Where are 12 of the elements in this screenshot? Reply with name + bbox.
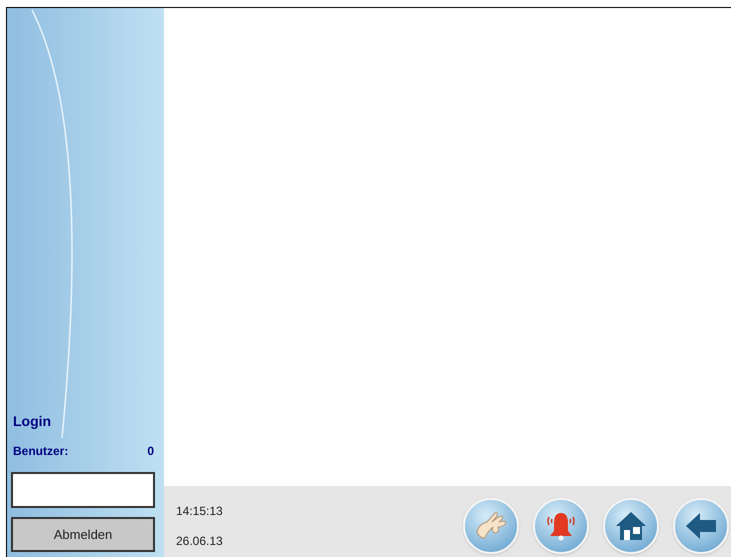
time-text: 14:15:13 — [176, 502, 223, 520]
date-text: 26.06.13 — [176, 532, 223, 550]
logout-button[interactable]: Abmelden — [11, 517, 155, 552]
user-label: Benutzer: — [13, 443, 68, 460]
back-arrow-icon — [684, 512, 718, 540]
login-title: Login — [13, 412, 52, 431]
back-button[interactable] — [673, 498, 729, 554]
input-field[interactable] — [11, 472, 155, 508]
alarm-button[interactable] — [533, 498, 589, 554]
user-count: 0 — [147, 443, 154, 460]
home-icon — [614, 510, 648, 542]
home-button[interactable] — [603, 498, 659, 554]
